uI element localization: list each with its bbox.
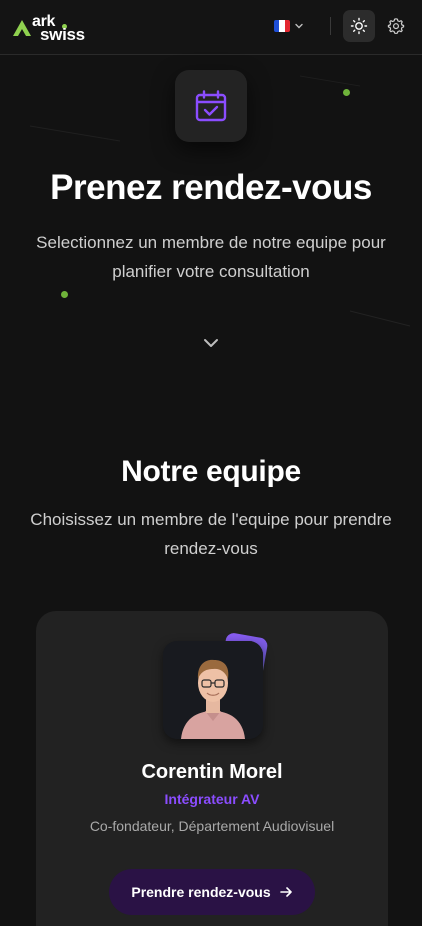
chevron-down-icon <box>295 23 303 29</box>
hero-icon-box <box>175 70 247 142</box>
calendar-check-icon <box>195 90 227 122</box>
theme-toggle-button[interactable] <box>343 10 375 42</box>
team-section-title: Notre equipe <box>121 455 301 488</box>
member-avatar <box>163 641 263 739</box>
france-flag-icon <box>274 20 290 32</box>
decor-dot <box>343 89 350 96</box>
sun-icon <box>350 17 368 35</box>
member-role: Intégrateur AV <box>164 791 260 807</box>
team-member-card: Corentin Morel Intégrateur AV Co-fondate… <box>36 611 388 926</box>
team-section-subtitle: Choisissez un membre de l'equipe pour pr… <box>30 510 392 558</box>
ark-swiss-logo[interactable]: ark swiss <box>12 14 98 44</box>
logo-mark-icon <box>13 20 31 36</box>
book-appointment-label: Prendre rendez-vous <box>131 884 271 900</box>
book-appointment-button[interactable]: Prendre rendez-vous <box>109 869 315 915</box>
scroll-down-chevron-icon[interactable] <box>201 333 221 353</box>
portrait-photo <box>163 641 263 739</box>
arrow-right-icon <box>279 887 292 897</box>
member-name: Corentin Morel <box>141 761 283 783</box>
member-description: Co-fondateur, Département Audiovisuel <box>89 818 335 834</box>
decor-dot <box>61 291 68 298</box>
top-header: ark swiss <box>0 0 422 55</box>
avatar-wrapper <box>163 631 271 741</box>
settings-button[interactable] <box>384 14 408 38</box>
language-selector[interactable] <box>274 17 314 35</box>
hero-title: Prenez rendez-vous <box>50 168 372 207</box>
gear-icon <box>387 18 405 34</box>
logo-text-bottom: swiss <box>40 25 85 44</box>
hero-subtitle: Selectionnez un membre de notre equipe p… <box>36 233 386 281</box>
header-divider <box>330 17 331 35</box>
